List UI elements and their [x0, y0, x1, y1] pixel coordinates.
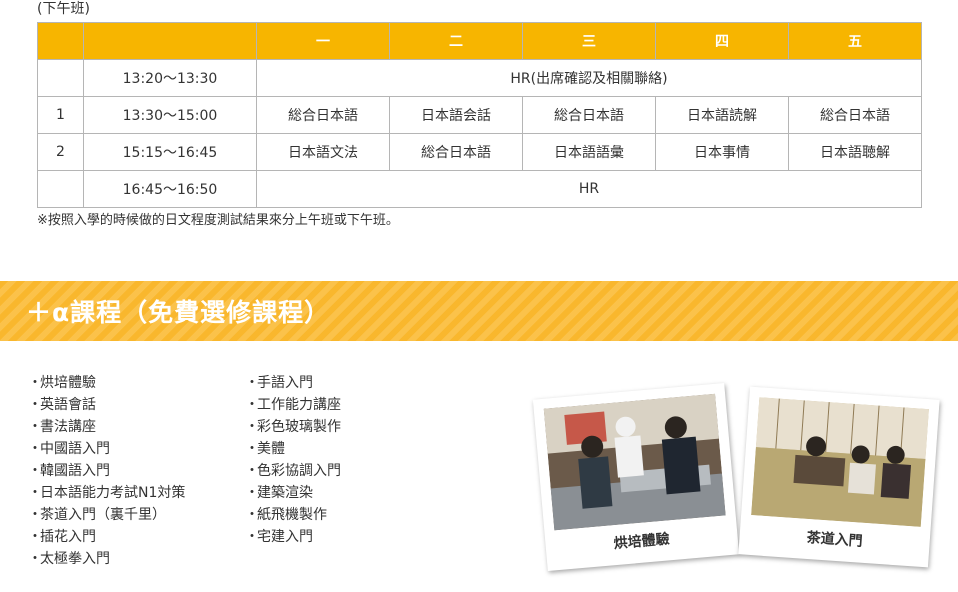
class-cell: 総合日本語: [256, 96, 390, 134]
list-item: ・美體: [245, 441, 285, 457]
class-cell: 日本事情: [655, 133, 789, 171]
header-thursday: 四: [655, 22, 789, 60]
period-time: 16:45～16:50: [83, 170, 257, 208]
list-item: ・建築渲染: [245, 485, 313, 501]
course-name: 紙飛機製作: [257, 507, 327, 523]
class-cell: 日本語聴解: [788, 133, 922, 171]
photo-caption: 茶道入門: [806, 529, 864, 550]
course-name: 中國語入門: [40, 441, 110, 457]
course-name: 工作能力講座: [257, 397, 341, 413]
course-name: 日本語能力考試N1対策: [40, 485, 186, 501]
class-cell: 日本語文法: [256, 133, 390, 171]
class-cell: 日本語語彙: [522, 133, 656, 171]
list-item: ・韓國語入門: [28, 463, 110, 479]
tea-ceremony-photo-card: 茶道入門: [738, 386, 940, 568]
banner-title: ＋α課程（免費選修課程）: [26, 298, 331, 327]
class-cell: 総合日本語: [788, 96, 922, 134]
course-name: 烘培體驗: [40, 375, 96, 391]
homeroom-cell: HR: [256, 170, 922, 208]
class-cell: 日本語読解: [655, 96, 789, 134]
course-name: 書法講座: [40, 419, 96, 435]
period-time: 15:15～16:45: [83, 133, 257, 171]
header-cell: [37, 22, 84, 60]
class-cell: 総合日本語: [522, 96, 656, 134]
header-cell: [83, 22, 257, 60]
course-name: 太極拳入門: [40, 551, 110, 567]
table-row: 2 15:15～16:45 日本語文法 総合日本語 日本語語彙 日本事情 日本語…: [37, 133, 922, 171]
course-name: 建築渲染: [257, 485, 313, 501]
table-row: 1 13:30～15:00 総合日本語 日本語会話 総合日本語 日本語読解 総合…: [37, 96, 922, 134]
schedule-table: 一 二 三 四 五 13:20～13:30 HR(出席確認及相關聯絡) 1 13…: [37, 22, 922, 208]
course-name: 插花入門: [40, 529, 96, 545]
homeroom-cell: HR(出席確認及相關聯絡): [256, 59, 922, 97]
course-name: 美體: [257, 441, 285, 457]
list-item: ・手語入門: [245, 375, 313, 391]
course-name: 韓國語入門: [40, 463, 110, 479]
course-name: 茶道入門（裏千里）: [40, 507, 166, 523]
session-label: (下午班): [37, 1, 90, 17]
tea-ceremony-photo: [751, 397, 929, 527]
table-row: 16:45～16:50 HR: [37, 170, 922, 208]
course-name: 英語會話: [40, 397, 96, 413]
list-item: ・茶道入門（裏千里）: [28, 507, 166, 523]
course-name: 宅建入門: [257, 529, 313, 545]
table-header-row: 一 二 三 四 五: [37, 22, 922, 60]
list-item: ・書法講座: [28, 419, 96, 435]
list-item: ・英語會話: [28, 397, 96, 413]
course-list-left: ・烘培體驗 ・英語會話 ・書法講座 ・中國語入門 ・韓國語入門 ・日本語能力考試…: [28, 372, 185, 570]
period-time: 13:20～13:30: [83, 59, 257, 97]
baking-photo-card: 烘培體驗: [532, 382, 740, 572]
header-tuesday: 二: [389, 22, 523, 60]
list-item: ・中國語入門: [28, 441, 110, 457]
period-number: 2: [37, 133, 84, 171]
period-number: [37, 59, 84, 97]
course-name: 色彩協調入門: [257, 463, 341, 479]
schedule-note: ※按照入學的時候做的日文程度測試結果來分上午班或下午班。: [37, 213, 399, 228]
list-item: ・宅建入門: [245, 529, 313, 545]
header-friday: 五: [788, 22, 922, 60]
course-name: 彩色玻璃製作: [257, 419, 341, 435]
period-number: [37, 170, 84, 208]
class-cell: 総合日本語: [389, 133, 523, 171]
header-wednesday: 三: [522, 22, 656, 60]
period-time: 13:30～15:00: [83, 96, 257, 134]
list-item: ・插花入門: [28, 529, 96, 545]
list-item: ・色彩協調入門: [245, 463, 341, 479]
list-item: ・彩色玻璃製作: [245, 419, 341, 435]
period-number: 1: [37, 96, 84, 134]
section-banner: ＋α課程（免費選修課程）: [0, 281, 958, 341]
list-item: ・烘培體驗: [28, 375, 96, 391]
course-name: 手語入門: [257, 375, 313, 391]
course-list-right: ・手語入門 ・工作能力講座 ・彩色玻璃製作 ・美體 ・色彩協調入門 ・建築渲染 …: [245, 372, 341, 548]
list-item: ・紙飛機製作: [245, 507, 327, 523]
header-monday: 一: [256, 22, 390, 60]
list-item: ・工作能力講座: [245, 397, 341, 413]
list-item: ・日本語能力考試N1対策: [28, 485, 186, 501]
table-row: 13:20～13:30 HR(出席確認及相關聯絡): [37, 59, 922, 97]
class-cell: 日本語会話: [389, 96, 523, 134]
photo-caption: 烘培體驗: [613, 531, 671, 553]
list-item: ・太極拳入門: [28, 551, 110, 567]
baking-class-photo: [543, 393, 726, 531]
